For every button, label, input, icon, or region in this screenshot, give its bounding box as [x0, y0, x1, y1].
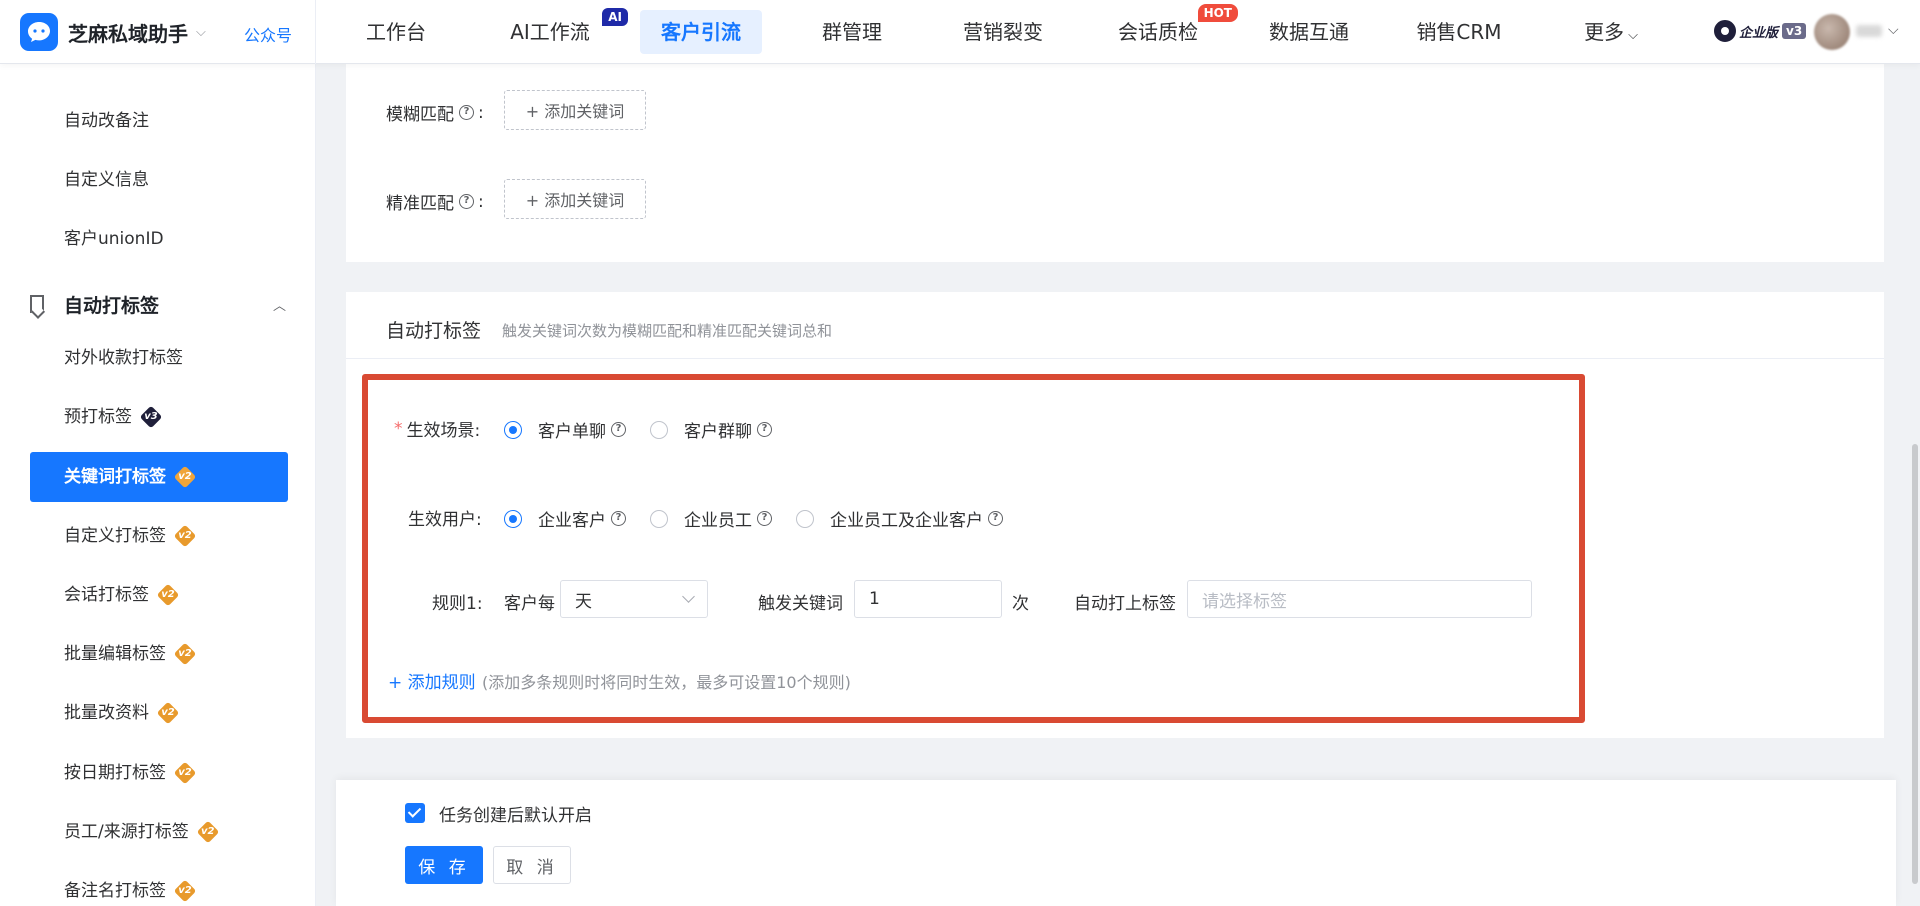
help-icon[interactable]: ? [757, 422, 772, 437]
sidebar-item-auto-remark[interactable]: 自动改备注 [64, 106, 149, 136]
default-open-label: 任务创建后默认开启 [439, 806, 592, 826]
nav-ai-workflow[interactable]: AI工作流 AI [500, 8, 628, 54]
per-customer-label: 客户每 [504, 594, 555, 614]
help-icon[interactable]: ? [757, 511, 772, 526]
scrollbar[interactable] [1912, 444, 1918, 884]
nav-sales-crm[interactable]: 销售CRM [1412, 10, 1506, 54]
times-unit: 次 [1012, 594, 1029, 614]
add-rule-link[interactable]: + 添加规则 [388, 668, 476, 693]
help-icon[interactable]: ? [988, 511, 1003, 526]
v2-badge-icon: v2 [197, 821, 219, 843]
sidebar-item-pre-tag[interactable]: 预打标签 v3 [64, 402, 162, 432]
radio-checked-icon [504, 420, 522, 439]
edition-label: 企业版 [1739, 25, 1779, 41]
radio-unchecked-icon [650, 509, 668, 528]
sidebar-item-payment-tag[interactable]: 对外收款打标签 [64, 343, 183, 373]
footer-card [336, 780, 1896, 906]
nav-data-interop[interactable]: 数据互通 [1262, 10, 1356, 54]
scene-label: * 生效场景: [394, 418, 481, 442]
trigger-keyword-label: 触发关键词 [758, 594, 843, 614]
sidebar-item-lost-customers[interactable]: 流失客户管理 [64, 64, 166, 72]
exact-match-label: 精准匹配?: [386, 191, 484, 215]
add-rule-hint: (添加多条规则时将同时生效，最多可设置10个规则) [482, 673, 851, 692]
official-account-link[interactable]: 公众号 [244, 22, 292, 46]
rule-label: 规则1: [432, 594, 483, 614]
nav-more[interactable]: 更多 ⌵ [1578, 10, 1644, 54]
edition-logo-icon [1714, 20, 1736, 42]
v2-badge-icon: v2 [174, 762, 196, 784]
v2-badge-icon: v2 [157, 584, 179, 606]
nav-marketing-fission[interactable]: 营销裂变 [958, 10, 1048, 54]
user-name-blurred [1856, 25, 1882, 37]
sidebar-item-custom-tag[interactable]: 自定义打标签 v2 [64, 521, 196, 551]
sidebar-item-keyword-tag[interactable]: 关键词打标签 v2 [30, 452, 288, 502]
nav-session-qc[interactable]: 会话质检 HOT [1110, 4, 1238, 54]
sidebar-group-auto-tag[interactable]: 自动打标签 ︿ [30, 284, 290, 324]
sidebar-item-custom-info[interactable]: 自定义信息 [64, 165, 149, 195]
nav-group-management[interactable]: 群管理 [812, 10, 892, 54]
edition-version: v3 [1782, 23, 1807, 39]
divider [346, 358, 1884, 359]
section-hint: 触发关键词次数为模糊匹配和精准匹配关键词总和 [502, 322, 833, 340]
ai-badge: AI [602, 8, 628, 26]
radio-checked-icon [504, 509, 522, 528]
v2-badge-icon: v2 [174, 466, 196, 488]
trigger-count-input[interactable]: 1 [854, 580, 1002, 618]
avatar[interactable] [1814, 14, 1850, 50]
top-navbar: 芝麻私域助手 ⌵ 公众号 工作台 AI工作流 AI 客户引流 群管理 营销裂变 会… [0, 0, 1920, 64]
sidebar-item-session-tag[interactable]: 会话打标签 v2 [64, 580, 179, 610]
brand-name: 芝麻私域助手 [68, 21, 188, 46]
v2-badge-icon: v2 [174, 525, 196, 547]
sidebar-item-remark-tag[interactable]: 备注名打标签 v2 [64, 876, 196, 906]
nav-workbench[interactable]: 工作台 [356, 10, 436, 54]
radio-unchecked-icon [650, 420, 668, 439]
user-label: 生效用户: [408, 510, 482, 530]
fuzzy-match-label: 模糊匹配?: [386, 102, 484, 126]
chevron-down-icon[interactable]: ⌵ [1888, 22, 1899, 38]
section-title: 自动打标签 [386, 320, 482, 342]
chevron-down-icon: ⌵ [1628, 28, 1638, 43]
sidebar-item-batch-profile[interactable]: 批量改资料 v2 [64, 698, 179, 728]
sidebar-item-batch-edit-tag[interactable]: 批量编辑标签 v2 [64, 639, 196, 669]
radio-staff-and-customer[interactable]: 企业员工及企业客户? [796, 506, 1003, 531]
radio-group-chat[interactable]: 客户群聊? [650, 417, 772, 442]
tag-select-input[interactable]: 请选择标签 [1187, 580, 1532, 618]
chevron-down-icon[interactable]: ⌵ [196, 25, 206, 40]
radio-enterprise-staff[interactable]: 企业员工? [650, 506, 772, 531]
v2-badge-icon: v2 [157, 702, 179, 724]
bookmark-icon [30, 295, 44, 313]
help-icon[interactable]: ? [611, 422, 626, 437]
sidebar: 流失客户管理 自动改备注 自定义信息 客户unionID 自动打标签 ︿ 对外收… [0, 64, 316, 906]
v2-badge-icon: v2 [174, 880, 196, 902]
sidebar-group-label: 自动打标签 [64, 294, 160, 317]
radio-unchecked-icon [796, 509, 814, 528]
brand-area[interactable]: 芝麻私域助手 ⌵ 公众号 [0, 0, 316, 64]
default-open-checkbox[interactable] [405, 803, 425, 823]
radio-enterprise-customer[interactable]: 企业客户? [504, 506, 626, 531]
hot-badge: HOT [1197, 4, 1238, 22]
edition-badge: 企业版 v3 [1714, 20, 1807, 42]
nav-customer-acquisition[interactable]: 客户引流 [640, 10, 762, 54]
chevron-up-icon: ︿ [272, 298, 286, 314]
sidebar-item-unionid[interactable]: 客户unionID [64, 224, 164, 254]
sidebar-item-staff-source-tag[interactable]: 员工/来源打标签 v2 [64, 817, 219, 847]
chevron-down-icon [682, 590, 695, 603]
help-icon[interactable]: ? [459, 194, 474, 209]
sidebar-item-date-tag[interactable]: 按日期打标签 v2 [64, 758, 196, 788]
add-fuzzy-keyword-button[interactable]: + 添加关键词 [504, 90, 646, 130]
period-select[interactable]: 天 [560, 580, 708, 618]
help-icon[interactable]: ? [611, 511, 626, 526]
v2-badge-icon: v2 [174, 643, 196, 665]
app-logo-icon [20, 13, 58, 51]
auto-tag-label: 自动打上标签 [1074, 594, 1176, 614]
v3-badge-icon: v3 [140, 406, 162, 428]
add-exact-keyword-button[interactable]: + 添加关键词 [504, 179, 646, 219]
radio-private-chat[interactable]: 客户单聊? [504, 417, 626, 442]
help-icon[interactable]: ? [459, 105, 474, 120]
cancel-button[interactable]: 取 消 [493, 846, 571, 884]
save-button[interactable]: 保 存 [405, 846, 483, 884]
